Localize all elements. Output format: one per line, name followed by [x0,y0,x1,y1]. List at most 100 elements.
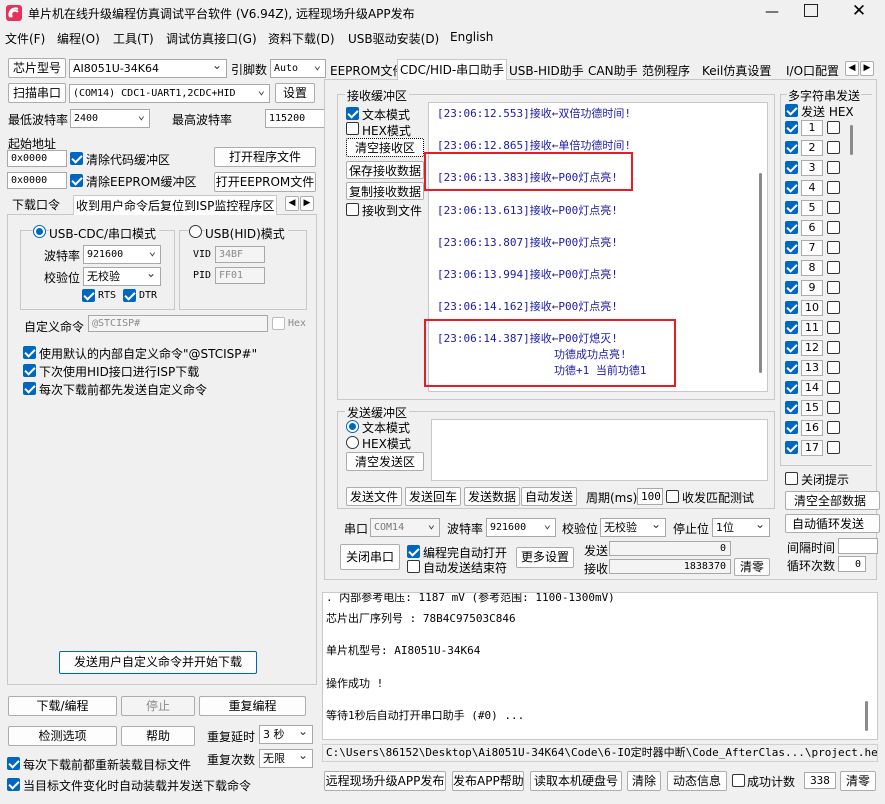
multi-send-button[interactable]: 2 [801,140,823,156]
menu-debug[interactable]: 调试仿真接口(G) [166,30,257,47]
main-tab-scroll-left-icon[interactable]: ◀ [845,61,859,76]
loop-count-input[interactable]: 0 [838,556,866,572]
multi-send-hex-checkbox[interactable] [785,261,798,274]
rx-text-mode-checkbox[interactable] [346,107,359,120]
multi-send-button[interactable]: 1 [801,120,823,136]
check-options-button[interactable]: 检测选项 [8,726,117,746]
dynamic-info-button[interactable]: 动态信息 [667,771,727,791]
opt-default-cmd-checkbox[interactable] [23,346,36,359]
opt-send-cmd-checkbox[interactable] [23,382,36,395]
menu-download[interactable]: 资料下载(D) [268,30,335,47]
multi-send-hex-checkbox[interactable] [785,361,798,374]
multi-send-enable-checkbox[interactable] [827,341,840,354]
multi-send-button[interactable]: 17 [801,440,823,456]
rx-to-file-checkbox[interactable] [346,203,359,216]
repeat-count-select[interactable]: 无限 [259,749,313,768]
send-file-button[interactable]: 发送文件 [346,487,402,506]
menu-tools[interactable]: 工具(T) [113,30,154,47]
custom-cmd-input[interactable]: @STCISP# [88,315,268,332]
tab-reset-isp[interactable]: 收到用户命令后复位到ISP监控程序区 [73,195,278,216]
multi-send-enable-checkbox[interactable] [827,421,840,434]
clear-code-checkbox[interactable] [70,152,83,165]
more-settings-button[interactable]: 更多设置 [516,547,574,568]
multi-send-enable-checkbox[interactable] [827,221,840,234]
rts-checkbox[interactable] [82,289,95,302]
multi-send-button[interactable]: 12 [801,340,823,356]
rx-scrollbar[interactable] [759,173,762,373]
send-enter-button[interactable]: 发送回车 [405,487,461,506]
multi-send-button[interactable]: 9 [801,280,823,296]
tab-eeprom-file[interactable]: EEPROM文件 [328,61,407,81]
multi-send-button[interactable]: 3 [801,160,823,176]
multi-send-button[interactable]: 6 [801,220,823,236]
clear-all-button[interactable]: 清空全部数据 [785,491,880,510]
reprogram-button[interactable]: 重复编程 [199,696,306,716]
tab-usb-hid[interactable]: USB-HID助手 [507,61,586,81]
tab-cdc-hid-serial[interactable]: CDC/HID-串口助手 [397,59,508,80]
multi-send-enable-checkbox[interactable] [827,201,840,214]
menu-file[interactable]: 文件(F) [5,30,45,47]
chip-select[interactable]: AI8051U-34K64 [69,59,227,78]
rx-save-button[interactable]: 保存接收数据 [346,161,424,179]
tx-textarea[interactable] [431,419,768,481]
stop-button[interactable]: 停止 [121,696,195,716]
recv-match-checkbox[interactable] [666,490,679,503]
multi-send-hex-checkbox[interactable] [785,201,798,214]
multi-send-button[interactable]: 8 [801,260,823,276]
send-custom-cmd-button[interactable]: 发送用户自定义命令并开始下载 [59,651,257,674]
multi-send-enable-checkbox[interactable] [827,161,840,174]
reload-file-checkbox[interactable] [7,757,20,770]
clear-output-button[interactable]: 清除 [627,771,661,791]
hex-checkbox[interactable] [272,317,285,330]
clear-eeprom-checkbox[interactable] [70,174,83,187]
baud-select[interactable]: 921600 [83,245,161,264]
multi-send-button[interactable]: 10 [801,300,823,316]
maximize-icon[interactable] [804,4,818,17]
multi-send-button[interactable]: 7 [801,240,823,256]
multi-send-hex-checkbox[interactable] [785,121,798,134]
multi-send-enable-checkbox[interactable] [827,441,840,454]
send-data-button[interactable]: 发送数据 [464,487,520,506]
multi-send-enable-checkbox[interactable] [827,361,840,374]
multi-send-hex-checkbox[interactable] [785,381,798,394]
multi-send-hex-checkbox[interactable] [785,141,798,154]
serial-port-select[interactable]: COM14 [370,518,440,537]
send-hex-checkbox[interactable] [785,104,798,117]
rx-clear-button[interactable]: 清空接收区 [346,138,424,157]
multi-send-button[interactable]: 5 [801,200,823,216]
close-icon[interactable]: ✕ [849,1,869,21]
rx-hex-mode-checkbox[interactable] [346,122,359,135]
multi-send-enable-checkbox[interactable] [827,261,840,274]
interval-input[interactable] [838,538,878,554]
vid-input[interactable]: 34BF [215,246,265,263]
menu-program[interactable]: 编程(O) [57,30,100,47]
tab-examples[interactable]: 范例程序 [640,61,692,81]
download-button[interactable]: 下载/编程 [8,696,117,716]
auto-reload-checkbox[interactable] [7,778,20,791]
tab-keil-sim[interactable]: Keil仿真设置 [700,61,773,81]
multi-send-button[interactable]: 11 [801,320,823,336]
multi-send-hex-checkbox[interactable] [785,181,798,194]
min-baud-select[interactable]: 2400 [70,109,150,128]
multi-send-enable-checkbox[interactable] [827,181,840,194]
open-eeprom-button[interactable]: 打开EEPROM文件 [214,172,316,192]
multi-send-hex-checkbox[interactable] [785,161,798,174]
pid-input[interactable]: FF01 [215,267,265,284]
multi-send-enable-checkbox[interactable] [827,141,840,154]
close-port-button[interactable]: 关闭串口 [340,544,400,570]
clear-count-button[interactable]: 清零 [734,558,770,576]
clear-success-button[interactable]: 清零 [840,771,876,791]
addr2-input[interactable]: 0x0000 [7,172,67,189]
auto-send-button[interactable]: 自动发送 [521,487,577,506]
serial-parity-select[interactable]: 无校验 [600,518,666,537]
repeat-delay-select[interactable]: 3 秒 [259,725,313,744]
multi-send-enable-checkbox[interactable] [827,301,840,314]
usb-cdc-radio[interactable] [33,225,46,238]
multi-send-hex-checkbox[interactable] [785,341,798,354]
settings-button[interactable]: 设置 [275,83,315,103]
multi-send-hex-checkbox[interactable] [785,281,798,294]
multi-send-hex-checkbox[interactable] [785,401,798,414]
multi-send-hex-checkbox[interactable] [785,301,798,314]
auto-open-checkbox[interactable] [407,545,420,558]
menu-english[interactable]: English [450,30,493,44]
